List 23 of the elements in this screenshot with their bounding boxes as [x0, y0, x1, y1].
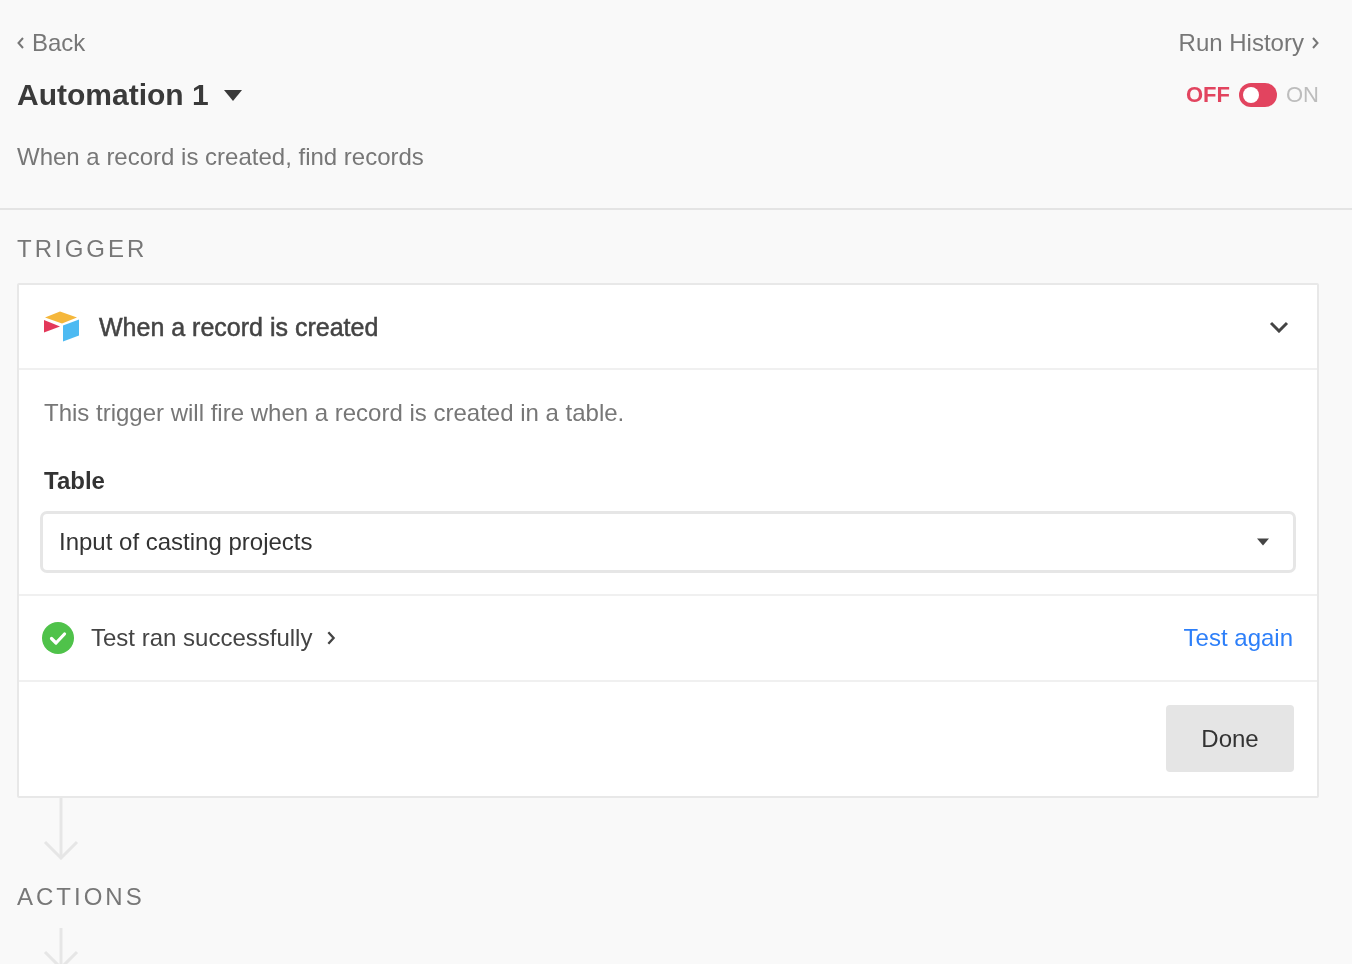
done-button[interactable]: Done: [1166, 705, 1294, 772]
automation-description: When a record is created, find records: [17, 143, 425, 171]
section-heading: TRIGGER: [17, 235, 149, 263]
chevron-right-icon: [1310, 37, 1319, 49]
chevron-down-icon[interactable]: [1269, 320, 1289, 333]
test-again-link[interactable]: Test again: [1183, 624, 1293, 652]
caret-down-icon: [223, 89, 242, 101]
automation-name-menu[interactable]: Automation 1: [17, 77, 242, 113]
table-select[interactable]: Input of casting projects: [40, 511, 1296, 573]
back-link[interactable]: Back: [17, 29, 86, 57]
run-history-link[interactable]: Run History: [1178, 29, 1319, 57]
field-label: Table: [44, 467, 106, 495]
chevron-right-icon: [326, 631, 336, 645]
trigger-title: When a record is created: [99, 311, 380, 342]
chevron-left-icon: [17, 37, 25, 49]
section-heading: ACTIONS: [17, 883, 146, 911]
off-label: OFF: [1186, 82, 1230, 108]
automation-toggle[interactable]: [1239, 83, 1277, 107]
test-result-button[interactable]: Test ran successfully: [91, 624, 336, 652]
on-label: ON: [1286, 82, 1319, 108]
caret-down-icon: [1257, 538, 1269, 546]
cube-icon: [43, 311, 80, 342]
trigger-description: This trigger will fire when a record is created in a table.: [44, 399, 626, 427]
